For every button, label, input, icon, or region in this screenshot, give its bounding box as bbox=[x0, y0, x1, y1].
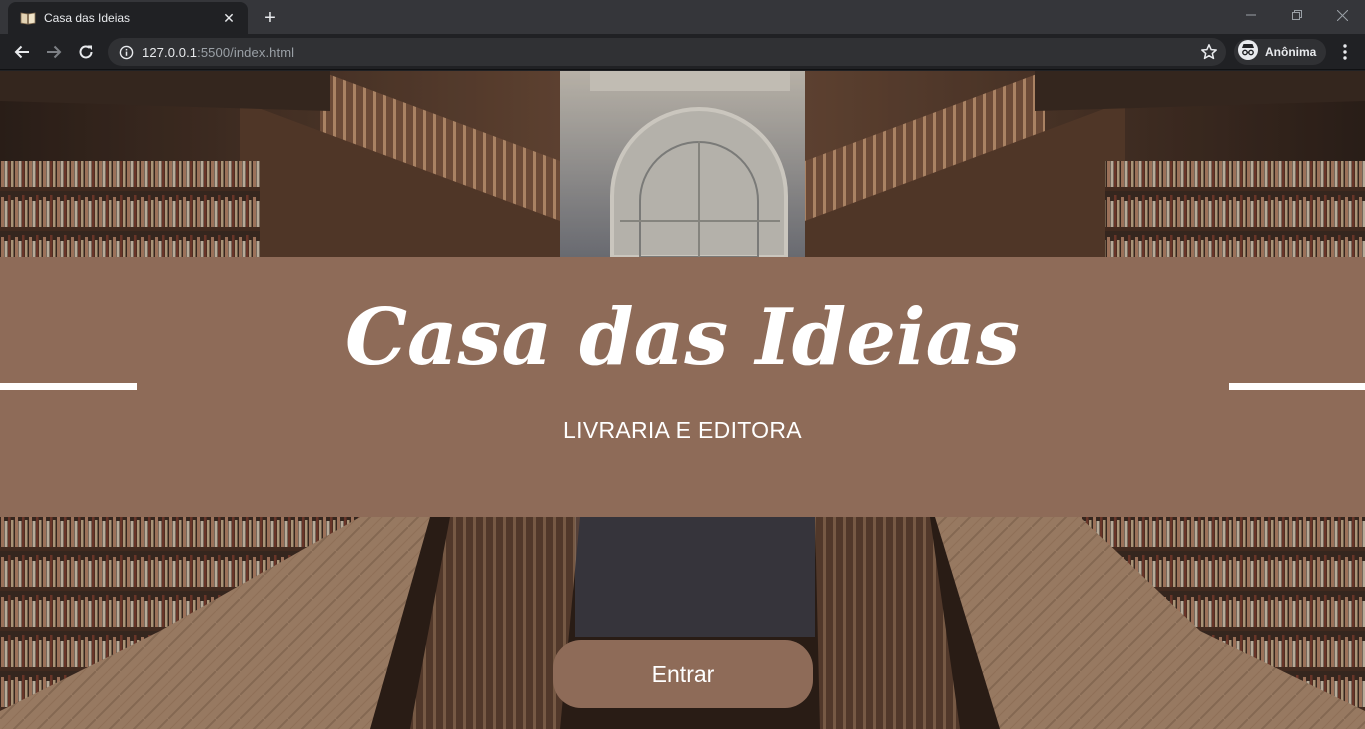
site-title: Casa das Ideias bbox=[344, 292, 1021, 383]
forward-arrow-icon[interactable] bbox=[40, 38, 68, 66]
book-icon bbox=[20, 10, 36, 26]
url-text: 127.0.0.1:5500/index.html bbox=[142, 45, 294, 60]
decorative-line-right bbox=[1229, 383, 1365, 390]
profile-label: Anônima bbox=[1265, 45, 1317, 59]
url-path: :5500/index.html bbox=[197, 44, 295, 60]
enter-button[interactable]: Entrar bbox=[553, 640, 813, 708]
tab-casa-das-ideias[interactable]: Casa das Ideias ✕ bbox=[8, 2, 248, 34]
back-arrow-icon[interactable] bbox=[8, 38, 36, 66]
incognito-icon bbox=[1238, 39, 1258, 65]
incognito-profile-button[interactable]: Anônima bbox=[1234, 39, 1327, 65]
page-viewport: Casa das Ideias LIVRARIA E EDITORA Entra… bbox=[0, 71, 1365, 729]
new-tab-button[interactable]: + bbox=[258, 6, 282, 30]
tab-strip: Casa das Ideias ✕ + bbox=[0, 0, 1365, 34]
browser-toolbar: 127.0.0.1:5500/index.html bbox=[0, 34, 1365, 70]
restore-window-icon[interactable] bbox=[1274, 0, 1320, 30]
site-subtitle: LIVRARIA E EDITORA bbox=[563, 417, 802, 443]
tab-title: Casa das Ideias bbox=[44, 11, 131, 25]
kebab-menu-icon[interactable] bbox=[1333, 38, 1357, 66]
info-icon[interactable] bbox=[118, 44, 134, 60]
decorative-line-left bbox=[0, 383, 137, 390]
bookmark-star-icon[interactable] bbox=[1200, 43, 1218, 61]
reload-icon[interactable] bbox=[72, 38, 100, 66]
address-bar[interactable]: 127.0.0.1:5500/index.html bbox=[108, 38, 1226, 66]
minimize-window-icon[interactable] bbox=[1228, 0, 1274, 30]
title-banner: Casa das Ideias LIVRARIA E EDITORA bbox=[0, 257, 1365, 517]
close-window-icon[interactable] bbox=[1319, 0, 1365, 30]
url-host: 127.0.0.1 bbox=[142, 44, 198, 60]
close-tab-icon[interactable]: ✕ bbox=[220, 9, 238, 27]
